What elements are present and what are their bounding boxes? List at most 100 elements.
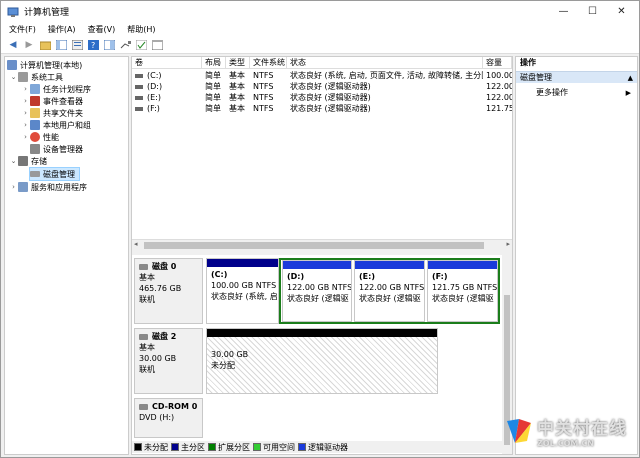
column-volume[interactable]: 卷 bbox=[132, 57, 202, 69]
disk-management-pane: 卷 布局 类型 文件系统 状态 容量 (C:) 简单 基本 NTFS 状态良好 (系统,… bbox=[131, 56, 513, 455]
volume-list-header: 卷 布局 类型 文件系统 状态 容量 bbox=[132, 57, 512, 69]
more-actions[interactable]: 更多操作 ▶ bbox=[516, 87, 637, 99]
properties-icon[interactable] bbox=[71, 39, 83, 51]
legend-free: 可用空间 bbox=[263, 442, 295, 452]
shared-folder-icon bbox=[30, 108, 40, 118]
volume-status: 状态良好 (逻辑驱动器) bbox=[290, 93, 371, 102]
disk-type: 基本 bbox=[139, 343, 155, 352]
tree-services-apps[interactable]: › 服务和应用程序 bbox=[9, 181, 87, 193]
minimize-button[interactable]: — bbox=[549, 1, 578, 22]
details-view-icon[interactable] bbox=[103, 39, 115, 51]
tools-icon bbox=[18, 72, 28, 82]
partition-label: (D:) bbox=[287, 272, 305, 281]
partition-status: 状态良好 (逻辑驱 bbox=[359, 294, 421, 303]
partition-e[interactable]: (E:) 122.00 GB NTFS 状态良好 (逻辑驱 bbox=[354, 260, 425, 322]
scroll-left-icon[interactable]: ◂ bbox=[134, 240, 138, 248]
menu-action[interactable]: 操作(A) bbox=[48, 24, 76, 35]
volume-row[interactable]: (E:) 简单 基本 NTFS 状态良好 (逻辑驱动器) 122.00 bbox=[132, 92, 512, 103]
volume-icon bbox=[135, 85, 143, 89]
back-button[interactable]: ◀ bbox=[7, 39, 19, 51]
collapse-up-icon[interactable]: ▲ bbox=[628, 72, 633, 84]
partition-size: 30.00 GB bbox=[211, 350, 249, 359]
connect-icon[interactable] bbox=[119, 39, 131, 51]
tree-disk-management[interactable]: 磁盘管理 bbox=[29, 167, 80, 181]
legend-swatch-extended bbox=[208, 443, 216, 451]
storage-icon bbox=[18, 156, 28, 166]
expand-down-icon[interactable]: ⌄ bbox=[9, 157, 18, 165]
unallocated-space[interactable]: 30.00 GB 未分配 bbox=[206, 328, 438, 394]
tree-local-users[interactable]: › 本地用户和组 bbox=[21, 119, 91, 131]
volume-capacity: 121.75 bbox=[486, 104, 512, 113]
expand-right-icon[interactable]: › bbox=[21, 133, 30, 141]
tree-root[interactable]: 计算机管理(本地) bbox=[7, 59, 82, 71]
tree-task-scheduler[interactable]: › 任务计划程序 bbox=[21, 83, 91, 95]
expand-down-icon[interactable]: ⌄ bbox=[9, 73, 18, 81]
volume-row[interactable]: (C:) 简单 基本 NTFS 状态良好 (系统, 启动, 页面文件, 活动, 故障转储… bbox=[132, 70, 512, 81]
disk-0-label[interactable]: 磁盘 0 基本 465.76 GB 联机 bbox=[134, 258, 203, 324]
clock-icon bbox=[30, 84, 40, 94]
expand-right-icon[interactable]: › bbox=[21, 85, 30, 93]
column-type[interactable]: 类型 bbox=[226, 57, 250, 69]
close-button[interactable]: ✕ bbox=[607, 1, 636, 22]
console-icon[interactable] bbox=[151, 39, 163, 51]
partition-d[interactable]: (D:) 122.00 GB NTFS 状态良好 (逻辑驱 bbox=[282, 260, 352, 322]
tree-system-tools[interactable]: ⌄ 系统工具 bbox=[9, 71, 63, 83]
column-status[interactable]: 状态 bbox=[287, 57, 483, 69]
watermark: 中关村在线 ZOL.COM.CN bbox=[505, 408, 640, 454]
tree-system-tools-label: 系统工具 bbox=[31, 72, 63, 82]
column-capacity[interactable]: 容量 bbox=[483, 57, 512, 69]
show-hide-tree-icon[interactable] bbox=[55, 39, 67, 51]
scrollbar-thumb[interactable] bbox=[144, 242, 484, 249]
tree-performance[interactable]: › 性能 bbox=[21, 131, 59, 143]
expand-right-icon[interactable]: › bbox=[21, 97, 30, 105]
partition-c[interactable]: (C:) 100.00 GB NTFS 状态良好 (系统, 启 bbox=[206, 258, 279, 324]
partition-f[interactable]: (F:) 121.75 GB NTFS 状态良好 (逻辑驱 bbox=[427, 260, 498, 322]
title-bar: 计算机管理 — ☐ ✕ bbox=[1, 1, 639, 22]
volume-list-hscrollbar[interactable]: ◂ ▸ bbox=[132, 239, 512, 251]
menu-file[interactable]: 文件(F) bbox=[9, 24, 36, 35]
tree-performance-label: 性能 bbox=[43, 132, 59, 142]
tree-services-apps-label: 服务和应用程序 bbox=[31, 182, 87, 192]
expand-right-icon[interactable]: › bbox=[9, 183, 18, 191]
volume-row[interactable]: (F:) 简单 基本 NTFS 状态良好 (逻辑驱动器) 121.75 bbox=[132, 103, 512, 114]
legend-unallocated: 未分配 bbox=[144, 442, 168, 452]
primary-partition-bar bbox=[207, 259, 278, 267]
tree-shared-folders-label: 共享文件夹 bbox=[43, 108, 83, 118]
maximize-button[interactable]: ☐ bbox=[578, 1, 607, 22]
actions-section-disk-management[interactable]: 磁盘管理 ▲ bbox=[516, 71, 637, 83]
partition-status: 状态良好 (逻辑驱 bbox=[287, 294, 349, 303]
scroll-right-icon[interactable]: ▸ bbox=[506, 240, 510, 248]
disk-2-label[interactable]: 磁盘 2 基本 30.00 GB 联机 bbox=[134, 328, 203, 394]
tree-event-viewer[interactable]: › 事件查看器 bbox=[21, 95, 83, 107]
menu-help[interactable]: 帮助(H) bbox=[127, 24, 155, 35]
window-title: 计算机管理 bbox=[24, 8, 70, 18]
column-layout[interactable]: 布局 bbox=[202, 57, 226, 69]
volume-type: 基本 bbox=[229, 82, 245, 91]
legend-swatch-unallocated bbox=[134, 443, 142, 451]
tree-device-manager-label: 设备管理器 bbox=[43, 144, 83, 154]
expand-right-icon[interactable]: › bbox=[21, 109, 30, 117]
volume-capacity: 122.00 bbox=[486, 82, 512, 91]
volume-layout: 简单 bbox=[205, 104, 221, 113]
check-icon[interactable] bbox=[135, 39, 147, 51]
menu-view[interactable]: 查看(V) bbox=[88, 24, 116, 35]
volume-layout: 简单 bbox=[205, 71, 221, 80]
cdrom-icon bbox=[139, 403, 148, 410]
volume-status: 状态良好 (系统, 启动, 页面文件, 活动, 故障转储, 主分区) bbox=[290, 71, 483, 80]
legend-swatch-free bbox=[253, 443, 261, 451]
cdrom-0-label[interactable]: CD-ROM 0 DVD (H:) bbox=[134, 398, 203, 438]
tree-device-manager[interactable]: 设备管理器 bbox=[30, 143, 83, 155]
column-filesystem[interactable]: 文件系统 bbox=[250, 57, 287, 69]
volume-row[interactable]: (D:) 简单 基本 NTFS 状态良好 (逻辑驱动器) 122.00 bbox=[132, 81, 512, 92]
zol-logo-icon bbox=[507, 419, 531, 443]
volume-capacity: 100.00 bbox=[486, 71, 512, 80]
help-icon[interactable]: ? bbox=[87, 39, 99, 51]
volume-layout: 简单 bbox=[205, 93, 221, 102]
expand-right-icon[interactable]: › bbox=[21, 121, 30, 129]
up-folder-icon[interactable] bbox=[39, 39, 51, 51]
forward-button[interactable]: ▶ bbox=[23, 39, 35, 51]
disk-icon bbox=[139, 333, 148, 340]
device-manager-icon bbox=[30, 144, 40, 154]
tree-storage[interactable]: ⌄ 存储 bbox=[9, 155, 47, 167]
tree-shared-folders[interactable]: › 共享文件夹 bbox=[21, 107, 83, 119]
